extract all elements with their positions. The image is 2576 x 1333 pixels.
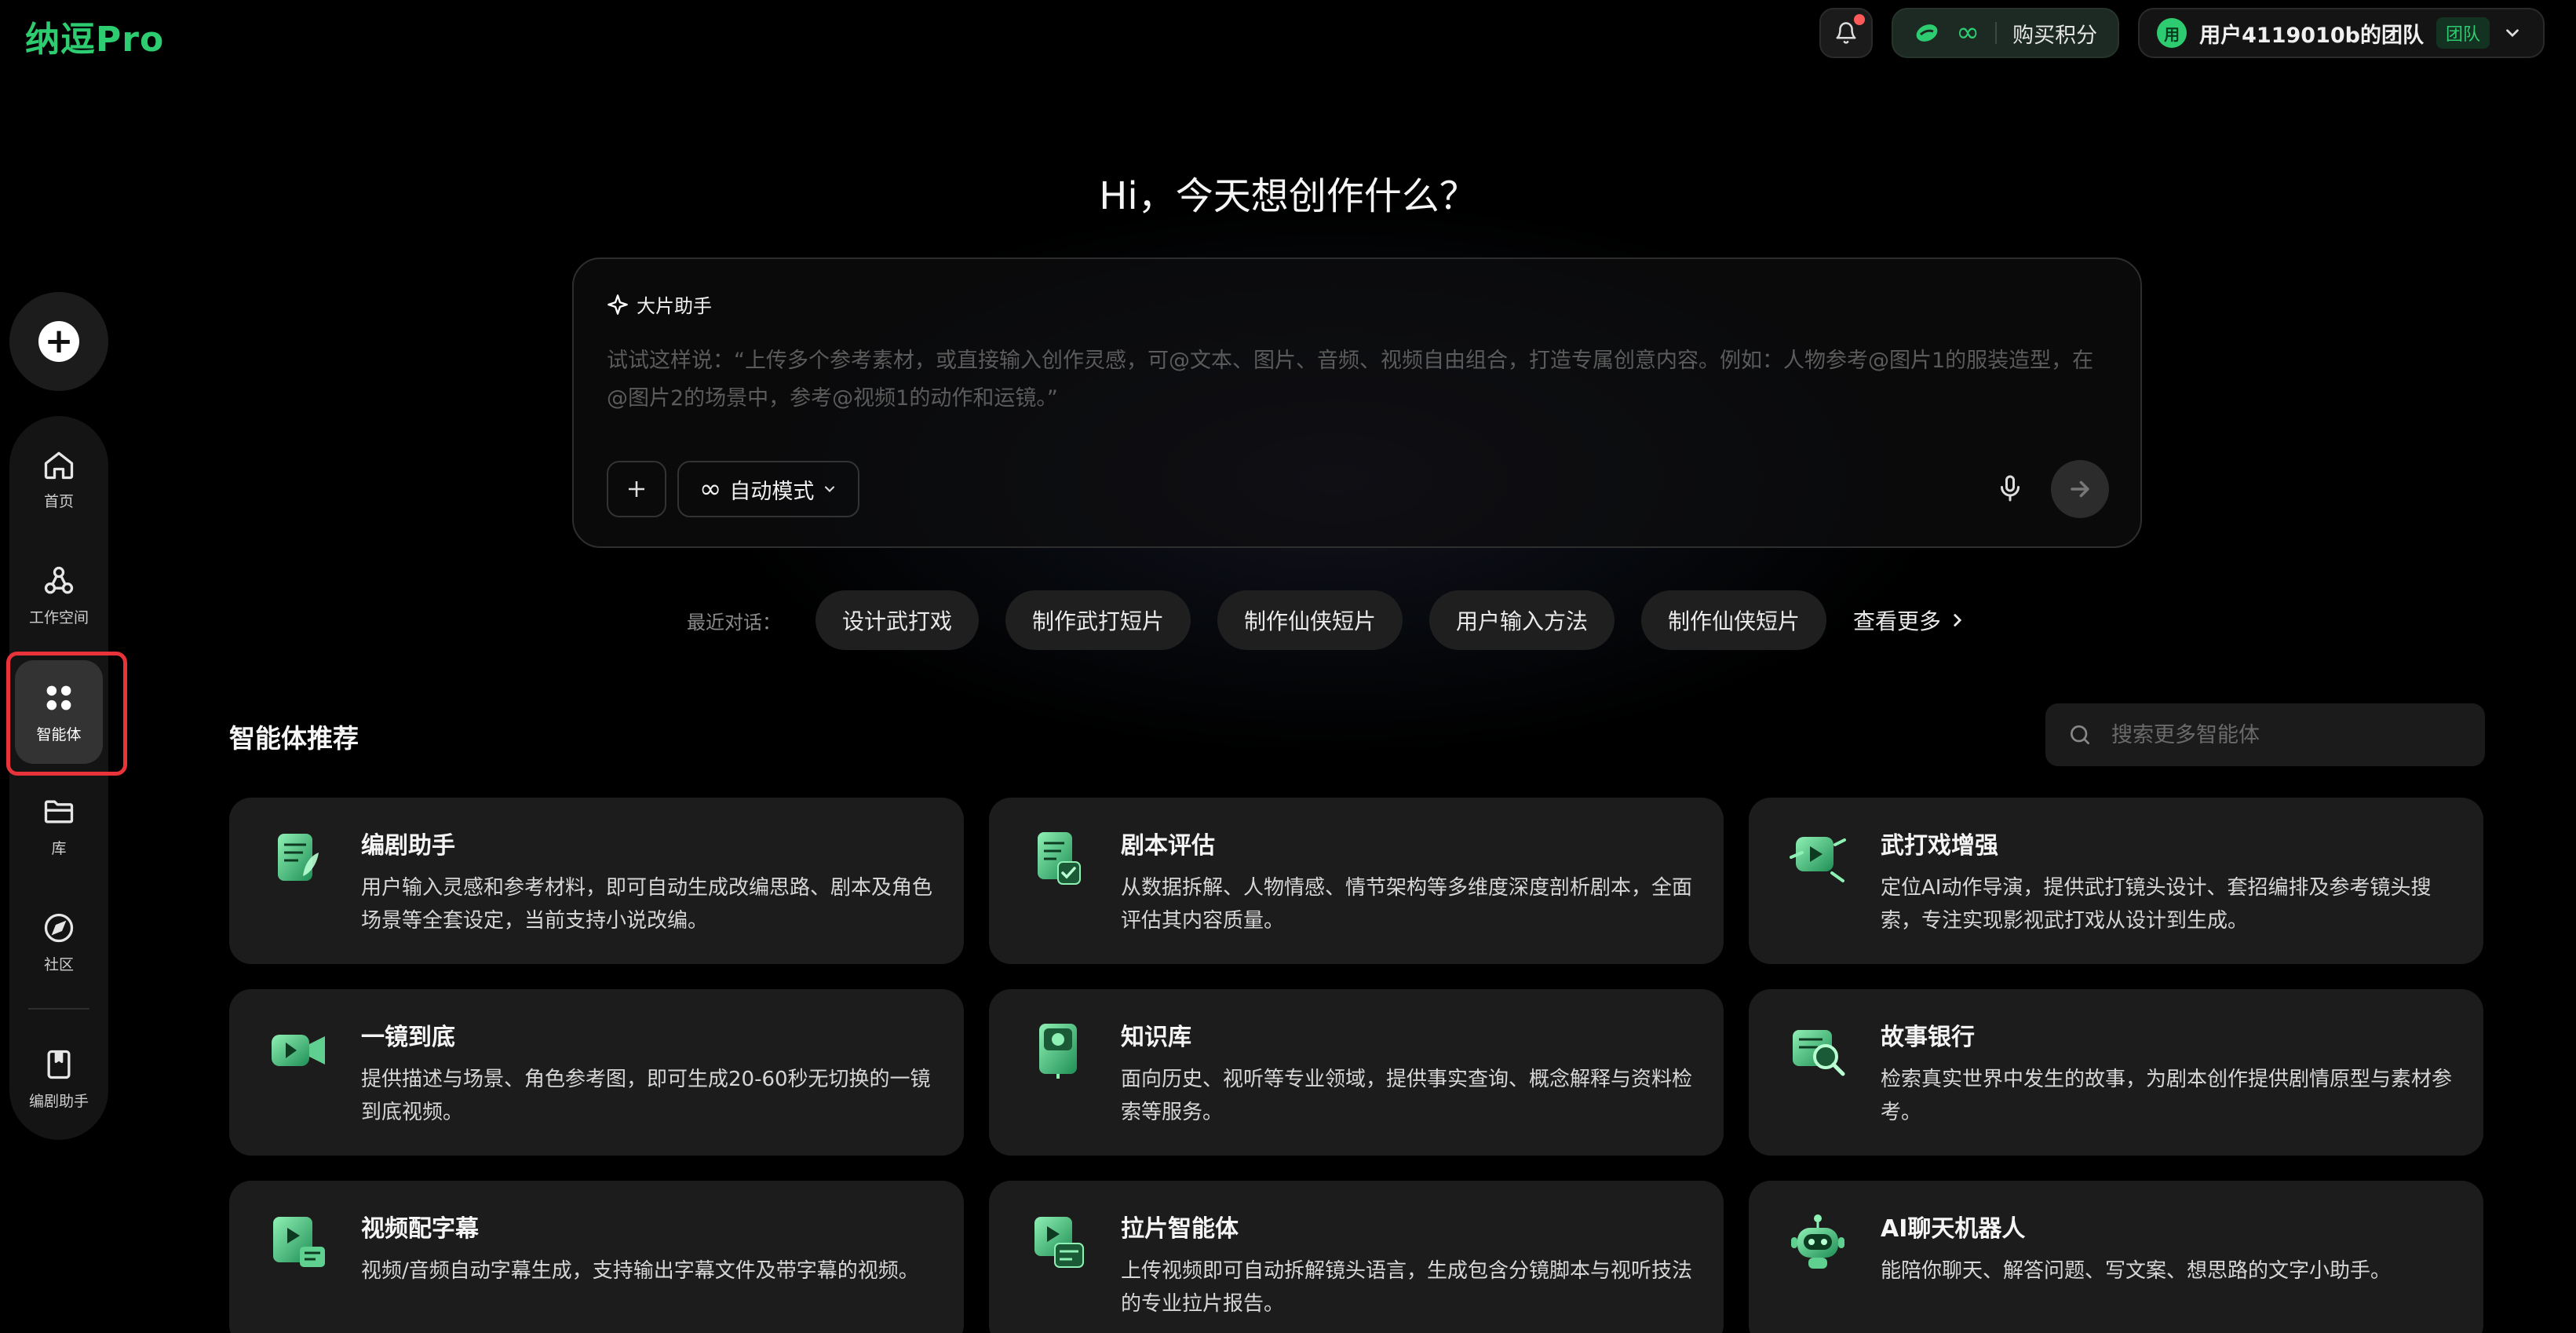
plus-icon: + <box>38 321 79 362</box>
agent-title: 编剧助手 <box>361 832 455 860</box>
mode-dropdown[interactable]: ∞ 自动模式 <box>677 461 860 517</box>
recent-chip[interactable]: 设计武打戏 <box>815 590 979 650</box>
prompt-input[interactable]: 试试这样说：“上传多个参考素材，或直接输入创作灵感，可@文本、图片、音频、视频自… <box>607 342 2098 418</box>
bell-icon <box>1836 22 1856 44</box>
prompt-composer[interactable]: 大片助手 试试这样说：“上传多个参考素材，或直接输入创作灵感，可@文本、图片、音… <box>572 257 2142 548</box>
team-switcher[interactable]: 用 用户4119010b的团队 团队 <box>2138 8 2545 58</box>
send-button[interactable] <box>2051 460 2109 518</box>
credits-pill[interactable]: ∞ 购买积分 <box>1892 8 2120 58</box>
agents-section-title: 智能体推荐 <box>229 723 359 754</box>
book-icon <box>1039 1024 1077 1079</box>
team-badge: 团队 <box>2436 17 2490 49</box>
agent-card[interactable]: 视频配字幕 视频/音频自动字幕生成，支持输出字幕文件及带字幕的视频。 <box>229 1181 964 1333</box>
assistant-selector[interactable]: 大片助手 <box>607 290 712 318</box>
chevron-right-icon <box>1954 614 1962 626</box>
compass-icon <box>44 913 74 942</box>
arrow-right-icon <box>2071 480 2089 498</box>
script-doc-icon <box>278 834 319 881</box>
agent-card[interactable]: 武打戏增强 定位AI动作导演，提供武打镜头设计、套招编排及参考镜头搜索，专注实现… <box>1749 798 2483 964</box>
chevron-down-icon <box>2506 29 2519 38</box>
sidebar-divider <box>28 1008 89 1010</box>
agent-title: 武打戏增强 <box>1881 832 1998 860</box>
sidebar-item-label: 首页 <box>43 492 74 510</box>
topbar-actions: ∞ 购买积分 用 用户4119010b的团队 团队 <box>1819 8 2545 58</box>
agent-title: 一镜到底 <box>361 1024 455 1051</box>
agent-title: AI聊天机器人 <box>1881 1215 2026 1243</box>
recent-chip[interactable]: 制作仙侠短片 <box>1641 590 1827 650</box>
folder-icon <box>44 800 74 823</box>
agent-desc: 面向历史、视听等专业领域，提供事实查询、概念解释与资料检索等服务。 <box>1121 1068 1693 1124</box>
credits-divider <box>1995 22 1998 44</box>
agent-title: 知识库 <box>1121 1024 1191 1051</box>
story-search-icon <box>1793 1030 1845 1076</box>
sidebar-item-label: 库 <box>51 839 67 857</box>
agent-card[interactable]: 知识库 面向历史、视听等专业领域，提供事实查询、概念解释与资料检索等服务。 <box>989 989 1724 1156</box>
script-icon <box>47 1050 71 1079</box>
credits-balance: ∞ <box>1956 16 1980 49</box>
assistant-label: 大片助手 <box>637 295 712 317</box>
team-name: 用户4119010b的团队 <box>2199 23 2424 48</box>
mode-label: 自动模式 <box>729 479 815 504</box>
app-logo[interactable]: 纳逗Pro <box>25 11 164 61</box>
sidebar-item-community[interactable]: 社区 <box>9 895 108 989</box>
agent-card[interactable]: 拉片智能体 上传视频即可自动拆解镜头语言，生成包含分镜脚本与视听技法的专业拉片报… <box>989 1181 1724 1333</box>
add-attachment-button[interactable] <box>607 461 666 517</box>
sidebar-nav: 首页 工作空间 智能体 库 社区 编剧助手 <box>9 416 108 1140</box>
recent-conversations: 最近对话： 设计武打戏 制作武打短片 制作仙侠短片 用户输入方法 制作仙侠短片 … <box>0 590 2576 650</box>
agent-desc: 从数据拆解、人物情感、情节架构等多维度深度剖析剧本，全面评估其内容质量。 <box>1121 876 1693 933</box>
microphone-button[interactable] <box>1990 468 2031 509</box>
sparkle-icon <box>608 294 628 315</box>
agent-desc: 定位AI动作导演，提供武打镜头设计、套招编排及参考镜头搜索，专注实现影视武打戏从… <box>1881 876 2432 933</box>
bean-icon <box>1916 24 1938 42</box>
sidebar-item-label: 编剧助手 <box>28 1092 89 1110</box>
robot-icon <box>1791 1214 1844 1269</box>
agent-title: 剧本评估 <box>1121 832 1215 860</box>
agent-card[interactable]: 一镜到底 提供描述与场景、角色参考图，即可生成20-60秒无切换的一镜到底视频。 <box>229 989 964 1156</box>
check-doc-icon <box>1038 832 1081 885</box>
view-more-label: 查看更多 <box>1853 608 1942 634</box>
camera-icon <box>272 1035 325 1066</box>
notification-button[interactable] <box>1819 8 1874 58</box>
subtitle-icon <box>273 1217 325 1267</box>
agent-desc: 上传视频即可自动拆解镜头语言，生成包含分镜脚本与视听技法的专业拉片报告。 <box>1121 1259 1693 1316</box>
microphone-icon <box>2001 475 2020 502</box>
agent-grid: 编剧助手 用户输入灵感和参考材料，即可自动生成改编思路、剧本及角色场景等全套设定… <box>229 798 2483 1333</box>
sidebar-item-label: 社区 <box>43 955 74 973</box>
home-icon <box>44 451 74 479</box>
recent-chip[interactable]: 用户输入方法 <box>1429 590 1615 650</box>
sidebar-item-library[interactable]: 库 <box>9 779 108 873</box>
agent-title: 拉片智能体 <box>1121 1215 1239 1243</box>
page-title: Hi，今天想创作什么？ <box>1099 174 1477 218</box>
agent-card[interactable]: 故事银行 检索真实世界中发生的故事，为剧本创作提供剧情原型与素材参考。 <box>1749 989 2483 1156</box>
agent-card[interactable]: 编剧助手 用户输入灵感和参考材料，即可自动生成改编思路、剧本及角色场景等全套设定… <box>229 798 964 964</box>
agent-desc: 能陪你聊天、解答问题、写文案、想思路的文字小助手。 <box>1881 1259 2392 1283</box>
agent-search-box[interactable] <box>2045 703 2485 766</box>
recent-chip[interactable]: 制作仙侠短片 <box>1217 590 1403 650</box>
sidebar-item-script-assistant[interactable]: 编剧助手 <box>9 1032 108 1126</box>
agent-title: 视频配字幕 <box>361 1215 479 1243</box>
team-avatar: 用 <box>2157 18 2187 48</box>
agent-search-input[interactable] <box>2111 722 2457 747</box>
plus-icon <box>629 481 644 497</box>
new-project-button[interactable]: + <box>9 292 108 391</box>
agent-desc: 检索真实世界中发生的故事，为剧本创作提供剧情原型与素材参考。 <box>1881 1068 2453 1124</box>
agent-card[interactable]: AI聊天机器人 能陪你聊天、解答问题、写文案、想思路的文字小助手。 <box>1749 1181 2483 1333</box>
view-more-link[interactable]: 查看更多 <box>1853 604 1968 636</box>
agent-desc: 视频/音频自动字幕生成，支持输出字幕文件及带字幕的视频。 <box>361 1259 919 1283</box>
agent-card[interactable]: 剧本评估 从数据拆解、人物情感、情节架构等多维度深度剖析剧本，全面评估其内容质量… <box>989 798 1724 964</box>
agent-title: 故事银行 <box>1881 1024 1975 1051</box>
chevron-down-icon <box>825 486 835 492</box>
film-analysis-icon <box>1034 1217 1084 1268</box>
selection-highlight <box>6 652 127 776</box>
notification-dot <box>1854 14 1866 25</box>
agent-desc: 提供描述与场景、角色参考图，即可生成20-60秒无切换的一镜到底视频。 <box>361 1068 931 1124</box>
search-icon <box>2071 725 2089 744</box>
sidebar-item-home[interactable]: 首页 <box>9 432 108 526</box>
buy-credits-button[interactable]: 购买积分 <box>2012 18 2097 49</box>
recent-chip[interactable]: 制作武打短片 <box>1005 590 1191 650</box>
recent-label: 最近对话： <box>686 611 781 634</box>
agent-desc: 用户输入灵感和参考材料，即可自动生成改编思路、剧本及角色场景等全套设定，当前支持… <box>361 876 933 933</box>
infinity-icon: ∞ <box>699 473 722 505</box>
action-video-icon <box>1790 837 1846 882</box>
